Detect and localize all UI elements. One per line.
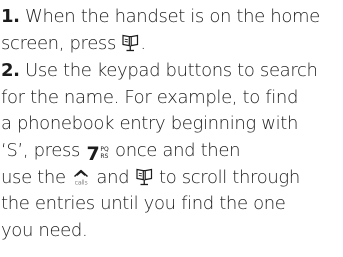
key-digit: 7 — [86, 143, 100, 165]
phonebook-icon — [121, 33, 140, 59]
step2-line4-start: ‘S’, press — [1, 140, 86, 161]
step2-line4-end: once and then — [109, 140, 241, 161]
step2-line1: 2. Use the keypad buttons to search — [1, 59, 318, 83]
step2-line5-middle: and — [91, 167, 135, 188]
step2-number: 2. — [1, 60, 20, 81]
key-letters-bottom: RS — [100, 153, 109, 160]
key-7-pqrs-icon: 7 PQ RS — [86, 144, 108, 164]
step2-line2: for the name. For example, to find — [1, 87, 299, 108]
step2-line6: the entries until you find the one — [1, 193, 286, 214]
step1-line2: screen, press . — [1, 32, 146, 59]
calls-icon-label: calls — [75, 179, 88, 187]
step2-line5-end: to scroll through — [153, 167, 300, 188]
step1-line2-text: screen, press — [1, 33, 122, 54]
step1-number: 1. — [1, 6, 20, 27]
calls-icon: calls — [71, 167, 91, 193]
step1-line1-text: When the handset is on the home — [19, 6, 320, 27]
phonebook-icon — [135, 167, 154, 193]
step2-line5-start: use the — [1, 167, 72, 188]
step2-line1-text: Use the keypad buttons to search — [19, 60, 318, 81]
step2-line4: ‘S’, press 7 PQ RS once and then — [1, 139, 241, 164]
step1-line1: 1. When the handset is on the home — [1, 5, 320, 29]
key-letters-top: PQ — [100, 146, 109, 153]
step2-line7: you need. — [1, 220, 88, 241]
step1-line2-end: . — [140, 33, 146, 54]
step2-line3: a phonebook entry beginning with — [1, 113, 299, 134]
step2-line5: use the calls and to scroll through — [1, 166, 300, 193]
